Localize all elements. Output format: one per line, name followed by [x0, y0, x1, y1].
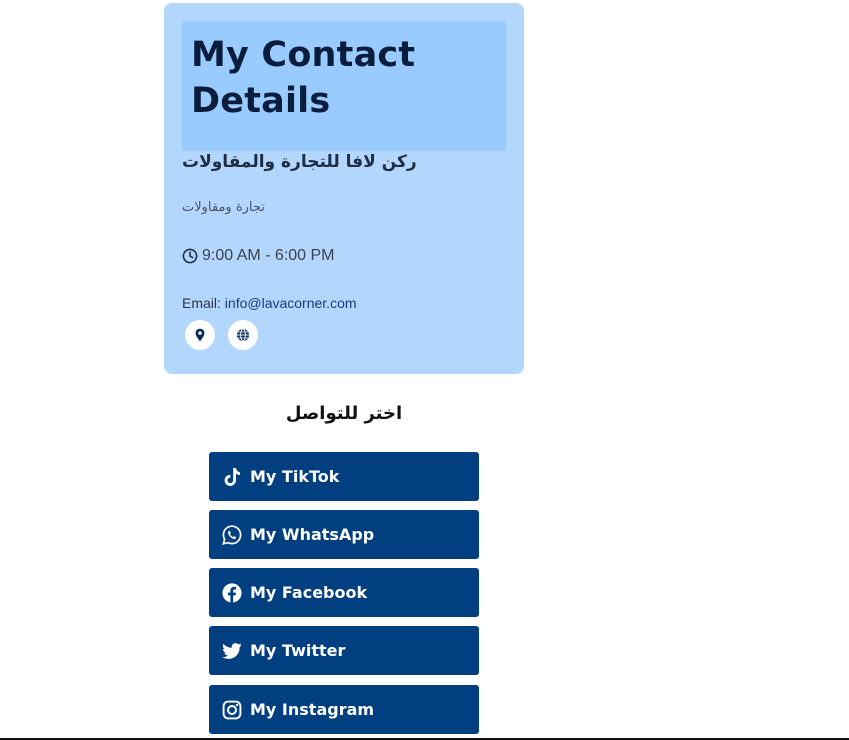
contact-card: My Contact Details ركن لافا للتجارة والم… — [164, 3, 524, 374]
tiktok-button-label: My TikTok — [250, 467, 340, 486]
whatsapp-icon — [221, 524, 243, 546]
facebook-button[interactable]: My Facebook — [209, 568, 479, 617]
business-hours: 9:00 AM - 6:00 PM — [182, 247, 335, 265]
contact-icon-row — [185, 320, 258, 350]
title-box: My Contact Details — [182, 21, 506, 151]
email-line: Email: info@lavacorner.com — [182, 295, 357, 311]
whatsapp-button[interactable]: My WhatsApp — [209, 510, 479, 559]
company-tagline: تجارة ومقاولات — [182, 200, 265, 215]
company-name: ركن لافا للتجارة والمقاولات — [182, 152, 417, 172]
links-heading: اختر للتواصل — [285, 403, 403, 424]
tiktok-button[interactable]: My TikTok — [209, 452, 479, 501]
website-button[interactable] — [228, 320, 258, 350]
whatsapp-button-label: My WhatsApp — [250, 525, 375, 544]
page-title: My Contact Details — [191, 35, 416, 121]
location-button[interactable] — [185, 320, 215, 350]
email-label: Email: — [182, 295, 225, 311]
clock-icon — [182, 248, 198, 264]
instagram-button-label: My Instagram — [250, 700, 375, 719]
facebook-button-label: My Facebook — [250, 583, 368, 602]
email-link[interactable]: info@lavacorner.com — [225, 295, 357, 311]
facebook-icon — [221, 582, 243, 604]
instagram-button[interactable]: My Instagram — [209, 685, 479, 734]
hours-text: 9:00 AM - 6:00 PM — [202, 247, 335, 264]
instagram-icon — [221, 699, 243, 721]
globe-icon — [236, 328, 250, 342]
twitter-button[interactable]: My Twitter — [209, 626, 479, 675]
location-pin-icon — [193, 328, 207, 342]
twitter-icon — [221, 640, 243, 662]
tiktok-icon — [221, 466, 243, 488]
twitter-button-label: My Twitter — [250, 641, 346, 660]
